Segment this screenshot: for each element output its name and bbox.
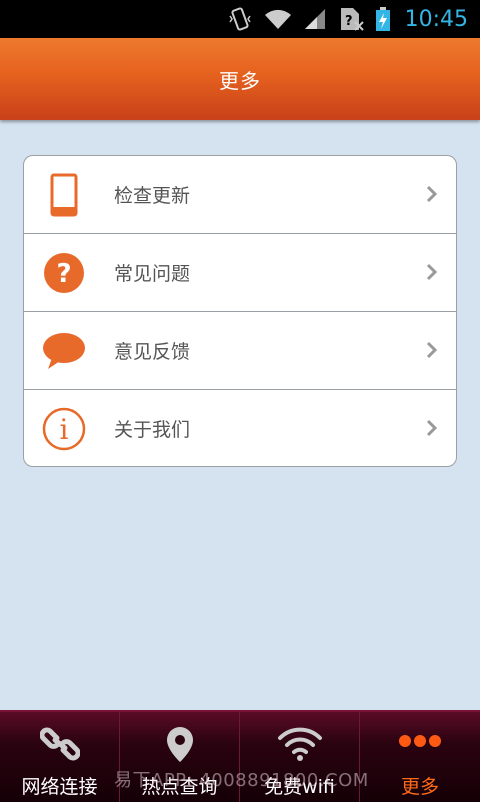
phone-icon: [42, 173, 86, 217]
menu-item-about[interactable]: i 关于我们: [24, 390, 456, 466]
tab-label: 免费wifi: [264, 776, 335, 798]
app-header: 更多: [0, 38, 480, 120]
chevron-right-icon: [426, 185, 438, 207]
tab-free-wifi[interactable]: 免费wifi: [240, 712, 360, 802]
status-bar: ? 10:45: [0, 0, 480, 38]
chat-bubble-icon: [42, 329, 86, 373]
clock: 10:45: [404, 6, 468, 32]
menu-item-feedback[interactable]: 意见反馈: [24, 312, 456, 390]
wifi-icon: [263, 7, 293, 31]
question-icon: ?: [42, 251, 86, 295]
bottom-tab-bar: 网络连接 热点查询 免费wifi 更多: [0, 710, 480, 802]
menu-item-label: 常见问题: [114, 263, 191, 285]
chevron-right-icon: [426, 341, 438, 363]
tab-network[interactable]: 网络连接: [0, 712, 120, 802]
chevron-right-icon: [426, 263, 438, 285]
tab-label: 更多: [400, 776, 439, 798]
tab-label: 热点查询: [141, 776, 218, 798]
tab-label: 网络连接: [21, 776, 98, 798]
info-icon: i: [42, 407, 86, 451]
svg-text:i: i: [60, 413, 69, 446]
menu-item-label: 意见反馈: [114, 341, 191, 363]
location-pin-icon: [120, 726, 239, 764]
link-icon: [0, 726, 119, 762]
page-title: 更多: [219, 69, 261, 93]
chevron-right-icon: [426, 419, 438, 441]
vibrate-icon: [227, 6, 253, 32]
svg-text:?: ?: [345, 14, 353, 29]
menu-item-label: 关于我们: [114, 419, 191, 441]
menu-item-label: 检查更新: [114, 185, 191, 207]
battery-charging-icon: [375, 6, 391, 32]
menu-item-check-update[interactable]: 检查更新: [24, 156, 456, 234]
tab-more[interactable]: 更多: [360, 712, 480, 802]
more-dots-icon: [360, 734, 480, 748]
svg-text:?: ?: [56, 259, 71, 289]
tab-hotspot[interactable]: 热点查询: [120, 712, 240, 802]
wifi-icon: [240, 726, 359, 762]
signal-icon: [303, 7, 327, 31]
menu-item-faq[interactable]: ? 常见问题: [24, 234, 456, 312]
no-sim-icon: ?: [337, 6, 365, 32]
menu-list: 检查更新 ? 常见问题 意见反馈 i 关于我们: [23, 155, 457, 467]
